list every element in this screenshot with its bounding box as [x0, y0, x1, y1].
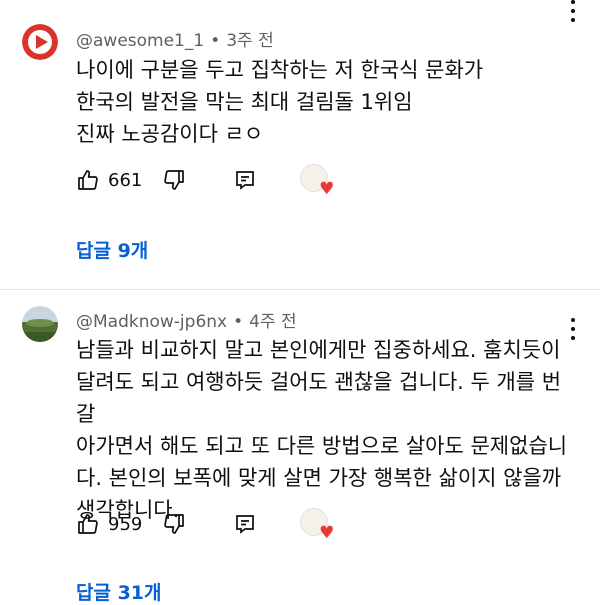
comment-meta: @awesome1_1 • 3주 전	[76, 26, 274, 51]
reply-icon[interactable]	[234, 513, 256, 535]
heart-icon: ♥	[319, 523, 335, 543]
avatar[interactable]	[22, 24, 58, 60]
comment-time[interactable]: 3주 전	[226, 31, 274, 51]
meta-separator: •	[210, 31, 221, 51]
thumb-up-icon[interactable]	[76, 512, 100, 536]
heart-icon: ♥	[319, 179, 335, 199]
meta-separator: •	[233, 312, 244, 332]
like-count: 959	[108, 513, 143, 535]
thumb-down-icon[interactable]	[162, 512, 186, 536]
thumb-up-icon[interactable]	[76, 168, 100, 192]
replies-button[interactable]: 답글 31개	[76, 578, 162, 605]
author-name[interactable]: @Madknow-jp6nx	[76, 312, 227, 332]
reply-icon[interactable]	[234, 169, 256, 191]
more-vert-icon[interactable]	[570, 0, 576, 22]
author-name[interactable]: @awesome1_1	[76, 31, 204, 51]
comment-1: @awesome1_1 • 3주 전 나이에 구분을 두고 집착하는 저 한국식 문…	[0, 0, 600, 290]
comment-text: 나이에 구분을 두고 집착하는 저 한국식 문화가 한국의 발전을 막는 최대 …	[76, 58, 484, 146]
like-count: 661	[108, 169, 143, 191]
creator-heart: ♥	[300, 508, 335, 543]
replies-button[interactable]: 답글 9개	[76, 236, 148, 263]
comment-time[interactable]: 4주 전	[249, 312, 297, 332]
avatar[interactable]	[22, 306, 58, 342]
comment-actions: 959 ♥	[76, 508, 335, 543]
comment-meta: @Madknow-jp6nx • 4주 전	[76, 307, 297, 332]
comment-text: 남들과 비교하지 말고 본인에게만 집중하세요. 훔치듯이 달려도 되고 여행하…	[76, 338, 568, 522]
thumb-down-icon[interactable]	[162, 168, 186, 192]
creator-heart: ♥	[300, 164, 335, 199]
comment-actions: 661 ♥	[76, 164, 335, 199]
